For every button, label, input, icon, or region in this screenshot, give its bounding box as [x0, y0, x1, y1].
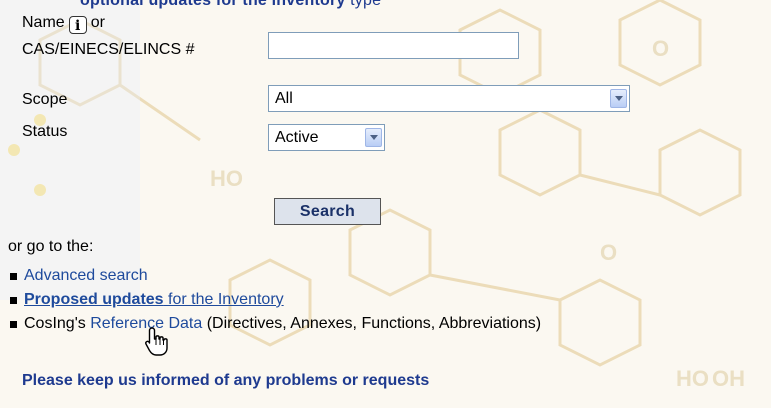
page-heading: optional updates for the inventory type: [80, 0, 381, 10]
goto-intro: or go to the:: [8, 238, 94, 255]
status-label: Status: [22, 123, 68, 140]
name-label-line2: CAS/EINECS/ELINCS #: [22, 41, 195, 58]
hand-pointer-icon: [145, 327, 168, 356]
feedback-link[interactable]: Please keep us informed of any problems …: [22, 372, 429, 390]
proposed-updates-bold: Proposed updates: [24, 291, 164, 308]
heading-tail: type: [350, 0, 382, 9]
advanced-search-link[interactable]: Advanced search: [24, 267, 148, 284]
name-label-prefix: Name: [22, 14, 65, 31]
scope-select[interactable]: All: [268, 85, 630, 112]
cosing-prefix: CosIng's: [24, 315, 91, 332]
heading-bold: optional updates for the inventory: [80, 0, 346, 9]
search-button[interactable]: Search: [274, 198, 381, 225]
chevron-down-icon[interactable]: [365, 128, 382, 147]
name-cas-input[interactable]: [268, 32, 519, 59]
name-label-suffix: or: [90, 14, 105, 31]
proposed-updates-link[interactable]: Proposed updates for the Inventory: [24, 291, 284, 308]
status-select[interactable]: Active: [268, 124, 385, 151]
proposed-updates-rest: for the Inventory: [163, 291, 284, 308]
scope-label: Scope: [22, 91, 68, 108]
list-item: CosIng's Reference Data (Directives, Ann…: [8, 312, 541, 336]
list-item: Advanced search: [8, 264, 541, 288]
scope-select-value: All: [275, 90, 293, 107]
chevron-down-icon[interactable]: [610, 89, 627, 108]
list-item: Proposed updates for the Inventory: [8, 288, 541, 312]
info-icon[interactable]: i: [68, 16, 87, 34]
goto-list: Advanced search Proposed updates for the…: [8, 264, 541, 336]
cosing-suffix: (Directives, Annexes, Functions, Abbrevi…: [202, 315, 542, 332]
status-select-value: Active: [275, 129, 319, 146]
name-label: Name i or: [22, 14, 105, 34]
